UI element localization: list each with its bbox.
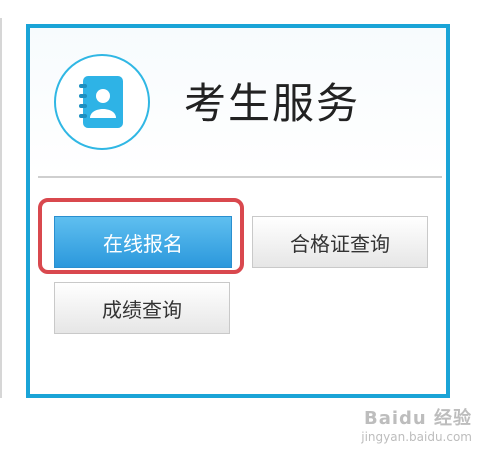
watermark: Baidu 经验 jingyan.baidu.com <box>361 404 472 444</box>
address-book-icon <box>79 76 123 128</box>
score-query-button[interactable]: 成绩查询 <box>54 282 230 334</box>
watermark-url: jingyan.baidu.com <box>361 430 472 444</box>
certificate-query-button[interactable]: 合格证查询 <box>252 216 428 268</box>
watermark-brand: Baidu 经验 <box>363 408 472 429</box>
panel-header: 考生服务 <box>30 28 446 176</box>
service-icon-circle <box>54 54 150 150</box>
panel-title: 考生服务 <box>184 79 361 128</box>
left-divider <box>0 18 2 398</box>
highlight-annotation-box <box>38 198 244 274</box>
header-divider <box>38 176 442 178</box>
